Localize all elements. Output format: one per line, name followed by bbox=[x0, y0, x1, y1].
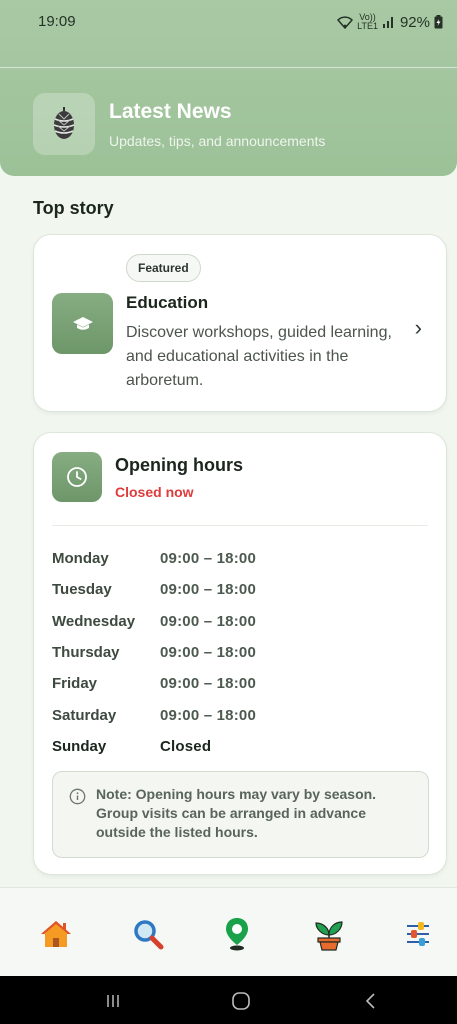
back-button[interactable] bbox=[356, 986, 386, 1016]
education-icon-box bbox=[52, 293, 113, 354]
opening-hours-title: Opening hours bbox=[115, 455, 243, 475]
status-bar: 19:09 Vo)) LTE1 92% bbox=[0, 0, 457, 68]
status-indicators: Vo)) LTE1 92% bbox=[337, 13, 443, 31]
nav-settings[interactable] bbox=[396, 912, 440, 956]
hours-value: 09:00 – 18:00 bbox=[160, 644, 257, 662]
hours-value: 09:00 – 18:00 bbox=[160, 612, 257, 630]
hours-row-monday: Monday 09:00 – 18:00 bbox=[52, 543, 432, 574]
hours-row-friday: Friday 09:00 – 18:00 bbox=[52, 668, 432, 699]
pinecone-icon-box bbox=[33, 93, 95, 155]
hours-value: 09:00 – 18:00 bbox=[160, 675, 257, 693]
graduation-cap-icon bbox=[72, 316, 93, 330]
signal-icon bbox=[382, 17, 393, 28]
page-title: Latest News bbox=[109, 100, 232, 123]
pinecone-icon bbox=[53, 107, 75, 139]
hours-value: Closed bbox=[160, 737, 212, 755]
page-subtitle: Updates, tips, and announcements bbox=[109, 133, 326, 149]
hours-row-thursday: Thursday 09:00 – 18:00 bbox=[52, 637, 432, 668]
info-icon bbox=[69, 788, 86, 805]
hours-row-sunday: Sunday Closed bbox=[52, 731, 432, 762]
hours-note: Note: Opening hours may vary by season. … bbox=[52, 771, 429, 858]
recent-apps-button[interactable] bbox=[98, 986, 128, 1016]
battery-icon bbox=[434, 15, 443, 29]
featured-story-card[interactable]: Featured Education Discover workshops, g… bbox=[33, 234, 447, 412]
featured-badge: Featured bbox=[126, 254, 201, 282]
hours-row-wednesday: Wednesday 09:00 – 18:00 bbox=[52, 606, 432, 637]
day-label: Saturday bbox=[52, 706, 117, 724]
nav-home[interactable] bbox=[34, 912, 78, 956]
day-label: Tuesday bbox=[52, 581, 112, 599]
day-label: Thursday bbox=[52, 644, 120, 662]
hours-row-saturday: Saturday 09:00 – 18:00 bbox=[52, 699, 432, 730]
network-lte: LTE1 bbox=[357, 21, 378, 31]
featured-description: Discover workshops, guided learning, and… bbox=[126, 324, 392, 389]
wifi-icon bbox=[337, 15, 354, 29]
section-title-top-story: Top story bbox=[33, 198, 114, 218]
hours-value: 09:00 – 18:00 bbox=[160, 581, 257, 599]
nav-map[interactable] bbox=[215, 912, 259, 956]
featured-title: Education bbox=[126, 293, 209, 312]
nav-plants[interactable] bbox=[307, 912, 351, 956]
home-icon bbox=[41, 921, 71, 947]
search-icon bbox=[134, 920, 164, 950]
opening-hours-card: Opening hours Closed now Monday 09:00 – … bbox=[33, 432, 447, 875]
day-label: Wednesday bbox=[52, 612, 136, 630]
opening-status: Closed now bbox=[115, 484, 194, 500]
recent-apps-icon bbox=[107, 995, 119, 1007]
clock-icon bbox=[67, 467, 87, 487]
network-label: Vo)) LTE1 bbox=[357, 13, 378, 31]
system-navigation-bar bbox=[0, 976, 457, 1024]
home-circle-icon bbox=[232, 992, 250, 1010]
app-header: 19:09 Vo)) LTE1 92% Latest News Updates,… bbox=[0, 0, 457, 176]
hours-row-tuesday: Tuesday 09:00 – 18:00 bbox=[52, 574, 432, 605]
note-text: Note: Opening hours may vary by season. … bbox=[96, 786, 377, 840]
day-label: Friday bbox=[52, 675, 98, 693]
hours-value: 09:00 – 18:00 bbox=[160, 550, 257, 568]
settings-sliders-icon bbox=[407, 922, 429, 946]
back-icon bbox=[365, 993, 375, 1009]
hours-list: Monday 09:00 – 18:00 Tuesday 09:00 – 18:… bbox=[52, 543, 432, 762]
bottom-navigation bbox=[0, 887, 457, 976]
battery-percent: 92% bbox=[399, 13, 430, 31]
day-label: Monday bbox=[52, 550, 109, 568]
chevron-right-icon: › bbox=[414, 315, 422, 340]
status-time: 19:09 bbox=[38, 13, 76, 30]
plant-icon bbox=[315, 921, 343, 951]
home-button[interactable] bbox=[226, 986, 256, 1016]
day-label: Sunday bbox=[52, 737, 107, 755]
divider bbox=[52, 525, 428, 526]
nav-search[interactable] bbox=[126, 912, 170, 956]
clock-icon-box bbox=[52, 452, 102, 502]
map-pin-icon bbox=[226, 918, 248, 951]
hours-value: 09:00 – 18:00 bbox=[160, 706, 257, 724]
